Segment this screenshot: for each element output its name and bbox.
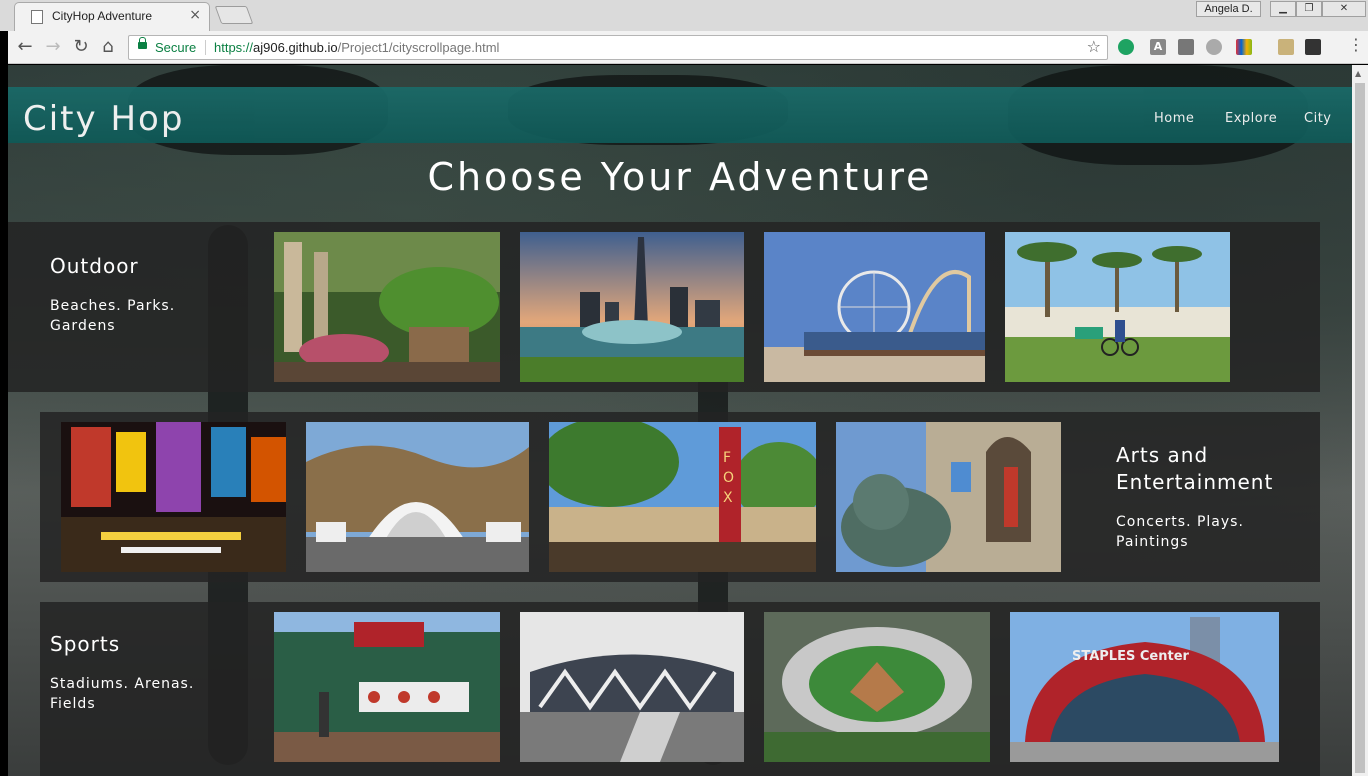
panel-description: Concerts. Plays. Paintings (1116, 514, 1244, 550)
divider (205, 40, 206, 55)
new-tab-button[interactable] (214, 6, 254, 24)
close-window-button[interactable]: ✕ (1322, 1, 1366, 17)
menu-bars-icon[interactable] (1305, 39, 1321, 55)
home-icon[interactable]: ⌂ (97, 37, 119, 59)
url-path: /Project1/cityscrollpage.html (337, 40, 500, 55)
address-bar[interactable]: Secure https://aj906.github.io/Project1/… (128, 35, 1108, 60)
image-garden-fern-pergola[interactable] (274, 232, 500, 382)
site-navbar: City Hop Home Explore City (8, 87, 1352, 143)
svg-text:F: F (723, 450, 731, 466)
chrome-menu-icon[interactable]: ⋮ (1348, 35, 1364, 54)
ebay-icon[interactable] (1236, 39, 1252, 55)
nav-city-link[interactable]: City (1304, 111, 1331, 126)
maximize-button[interactable]: ❐ (1296, 1, 1322, 17)
panel-title[interactable]: Outdoor (50, 254, 139, 278)
lock-icon (138, 37, 147, 49)
note-icon[interactable] (1178, 39, 1194, 55)
category-panel-arts: F O X Arts and Entertainment Concerts. P… (40, 412, 1320, 582)
panel-title[interactable]: Sports (50, 632, 120, 656)
scrollbar-thumb[interactable] (1355, 83, 1365, 773)
skype-icon[interactable] (1206, 39, 1222, 55)
svg-text:O: O (723, 470, 734, 486)
browser-tab[interactable]: CityHop Adventure × (14, 2, 210, 31)
image-wrigley-field[interactable] (274, 612, 500, 762)
image-beach-palm-cyclist[interactable] (1005, 232, 1230, 382)
image-times-square-night[interactable] (61, 422, 286, 572)
reload-icon[interactable]: ↻ (70, 37, 92, 59)
browser-toolbar: ← → ↻ ⌂ Secure https://aj906.github.io/P… (8, 31, 1368, 64)
image-fox-theatre[interactable]: F O X (549, 422, 816, 572)
profile-button[interactable]: Angela D. (1196, 1, 1261, 17)
panel-description: Stadiums. Arenas. Fields (50, 676, 195, 712)
secure-label: Secure (155, 40, 197, 55)
url-text: https://aj906.github.io/Project1/cityscr… (214, 40, 499, 55)
page-favicon-icon (31, 10, 43, 24)
url-host: aj906.github.io (253, 40, 338, 55)
nav-home-link[interactable]: Home (1154, 111, 1194, 126)
image-art-institute-lion[interactable] (836, 422, 1061, 572)
tab-close-icon[interactable]: × (189, 7, 201, 23)
tab-strip: CityHop Adventure × Angela D. ▁ ❐ ✕ (0, 0, 1368, 31)
panel-title[interactable]: Arts and Entertainment (1116, 442, 1286, 496)
page-scrollbar[interactable]: ▲ (1352, 65, 1368, 776)
page-viewport: City Hop Home Explore City Choose Your A… (8, 65, 1352, 776)
bookmark-star-icon[interactable]: ☆ (1087, 37, 1101, 56)
scroll-up-icon[interactable]: ▲ (1355, 69, 1361, 78)
green-circle-icon[interactable] (1118, 39, 1134, 55)
category-panel-outdoor: Outdoor Beaches. Parks. Gardens (8, 222, 1320, 392)
minimize-button[interactable]: ▁ (1270, 1, 1296, 17)
svg-text:STAPLES Center: STAPLES Center (1072, 649, 1190, 664)
category-panel-sports: Sports Stadiums. Arenas. Fields STAPLES … (40, 602, 1320, 776)
site-brand[interactable]: City Hop (23, 99, 184, 139)
image-city-skyline-fountain[interactable] (520, 232, 744, 382)
image-hollywood-bowl[interactable] (306, 422, 529, 572)
back-icon[interactable]: ← (14, 37, 36, 59)
forward-icon[interactable]: → (42, 37, 64, 59)
tab-title: CityHop Adventure (52, 9, 153, 23)
panel-description: Beaches. Parks. Gardens (50, 298, 176, 334)
image-baseball-stadium-aerial[interactable] (764, 612, 990, 762)
image-modern-arena[interactable] (520, 612, 744, 762)
pencil-icon[interactable] (1278, 39, 1294, 55)
url-scheme: https:// (214, 40, 254, 55)
image-staples-center[interactable]: STAPLES Center (1010, 612, 1279, 762)
image-santa-monica-pier[interactable] (764, 232, 985, 382)
nav-explore-link[interactable]: Explore (1225, 111, 1277, 126)
page-headline: Choose Your Adventure (427, 155, 933, 199)
svg-text:X: X (723, 490, 733, 506)
a-icon[interactable]: A (1150, 39, 1166, 55)
